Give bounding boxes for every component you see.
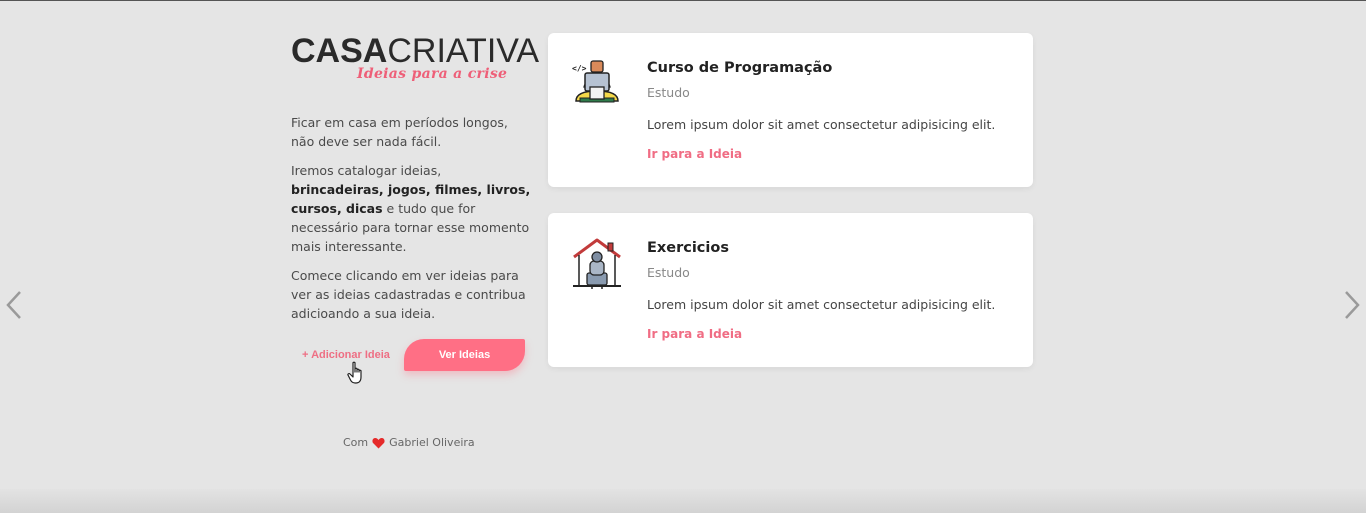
idea-card: Exercicios Estudo Lorem ipsum dolor sit … (548, 213, 1033, 367)
description-paragraph-2-prefix: Iremos catalogar ideias, (291, 163, 442, 178)
programmer-icon: </> (572, 60, 619, 103)
logo-wordmark: CASACRIATIVA (291, 32, 539, 70)
next-arrow-icon[interactable] (1340, 290, 1362, 320)
top-border (0, 0, 1366, 1)
idea-card: </> Curso de Programação Estudo Lorem ip… (548, 33, 1033, 187)
description-paragraph-1: Ficar em casa em períodos longos, não de… (291, 115, 508, 149)
home-exercise-icon (573, 238, 621, 289)
bottom-shade (0, 489, 1366, 513)
view-ideas-button[interactable]: Ver Ideias (404, 339, 525, 371)
idea-description: Lorem ipsum dolor sit amet consectetur a… (647, 297, 996, 312)
logo-brand-light: CRIATIVA (387, 32, 540, 70)
logo-tagline: Ideias para a crise (357, 66, 508, 82)
idea-category: Estudo (647, 265, 690, 280)
idea-description: Lorem ipsum dolor sit amet consectetur a… (647, 117, 996, 132)
logo: CASACRIATIVA Ideias para a crise (291, 32, 539, 86)
description-paragraph-3: Comece clicando em ver ideias para ver a… (291, 268, 526, 321)
hand-cursor-icon (347, 361, 362, 384)
go-to-idea-link[interactable]: Ir para a Ideia (647, 147, 742, 161)
idea-category: Estudo (647, 85, 690, 100)
go-to-idea-link[interactable]: Ir para a Ideia (647, 327, 742, 341)
add-idea-link[interactable]: + Adicionar Ideia (302, 349, 390, 361)
actions: + Adicionar Ideia Ver Ideias (291, 339, 533, 384)
sidebar: CASACRIATIVA Ideias para a crise Ficar e… (291, 32, 539, 384)
heart-icon (372, 437, 385, 448)
svg-text:</>: </> (572, 64, 587, 73)
footer-author: Gabriel Oliveira (389, 436, 475, 449)
footer-prefix: Com (343, 436, 369, 449)
idea-title: Exercicios (647, 240, 729, 256)
description-paragraph-2: Iremos catalogar ideias, brincadeiras, j… (291, 161, 533, 256)
previous-arrow-icon[interactable] (4, 290, 26, 320)
idea-title: Curso de Programação (647, 60, 833, 76)
logo-brand-bold: CASA (291, 32, 388, 70)
footer: Com Gabriel Oliveira (343, 436, 475, 449)
description: Ficar em casa em períodos longos, não de… (291, 113, 533, 323)
